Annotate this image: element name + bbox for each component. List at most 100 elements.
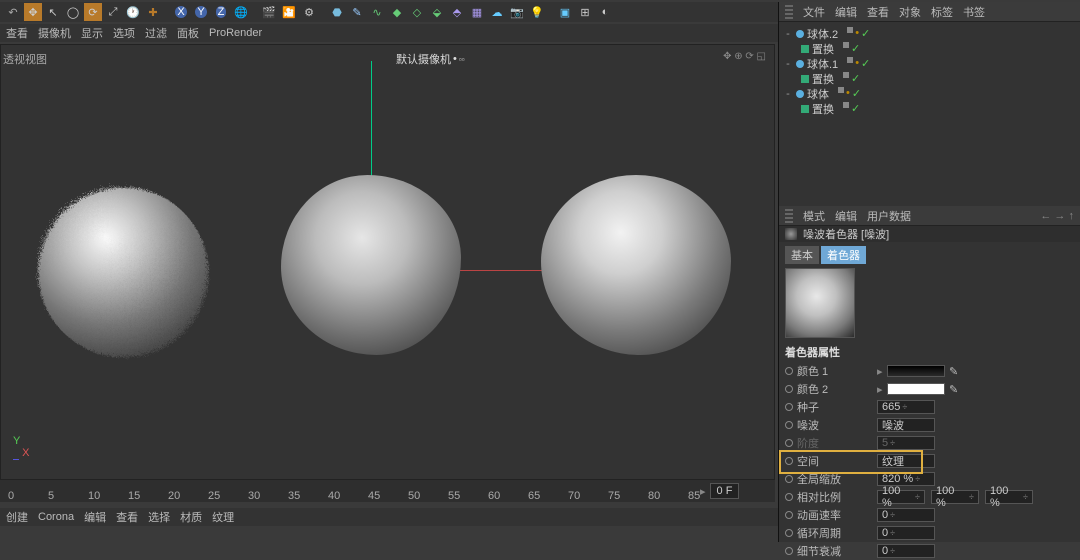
prop-color2: 颜色 2 ▸ ✎ [779,380,1080,398]
om-tags[interactable]: 标签 [931,4,953,20]
menu-display[interactable]: 显示 [81,25,103,41]
bot-corona[interactable]: Corona [38,511,74,523]
octaves-field[interactable]: 5 [877,436,935,450]
attr-nav-icons[interactable]: ← → ↑ [1040,210,1074,222]
axis-y-icon[interactable]: Y [192,3,210,21]
menu-prorender[interactable]: ProRender [209,27,262,39]
frame-field[interactable]: 0 F [710,483,740,499]
tree-item-sphere1[interactable]: - 球体.1 •✓ [783,56,1076,71]
world-icon[interactable]: 🌐 [232,3,250,21]
eyedropper-icon[interactable]: ✎ [949,383,961,395]
menu-view[interactable]: 查看 [6,25,28,41]
timeline[interactable]: 0 5 10 15 20 25 30 35 40 45 50 55 60 65 … [0,480,775,502]
anim-dot-icon[interactable] [785,529,793,537]
am-userdata[interactable]: 用户数据 [867,208,911,224]
cursor-icon[interactable]: ↖ [44,3,62,21]
tree-item-sphere[interactable]: - 球体 •✓ [783,86,1076,101]
tree-item-sphere2[interactable]: - 球体.2 •✓ [783,26,1076,41]
expand-icon[interactable]: - [783,88,793,100]
viewport[interactable]: 透视视图 默认摄像机•▫▫ ✥ ⊕ ⟳ ◱ Y X [0,44,775,480]
bot-create[interactable]: 创建 [6,509,28,525]
axis-x-icon[interactable]: X [172,3,190,21]
menu-panel[interactable]: 面板 [177,25,199,41]
deformer-icon[interactable]: ⬙ [428,3,446,21]
deformer2-icon[interactable]: ⬘ [448,3,466,21]
move-icon[interactable]: ✥ [24,3,42,21]
render-icon[interactable]: 🎬 [260,3,278,21]
expand-icon[interactable]: - [783,28,793,40]
bot-view[interactable]: 查看 [116,509,138,525]
field-icon[interactable]: ▦ [468,3,486,21]
livesel-icon[interactable]: ◯ [64,3,82,21]
anim-dot-icon[interactable] [785,511,793,519]
env-icon[interactable]: ☁ [488,3,506,21]
camera-icon[interactable]: 📷 [508,3,526,21]
object-tree[interactable]: - 球体.2 •✓ 置换 ✓ - 球体.1 •✓ 置换 ✓ - 球体 •✓ [779,22,1080,206]
bot-select[interactable]: 选择 [148,509,170,525]
anim-dot-icon[interactable] [785,547,793,555]
om-file[interactable]: 文件 [803,4,825,20]
add-icon[interactable]: ✚ [144,3,162,21]
am-edit[interactable]: 编辑 [835,208,857,224]
seed-field[interactable]: 665 [877,400,935,414]
tree-item-displace[interactable]: 置换 ✓ [783,41,1076,56]
menu-options[interactable]: 选项 [113,25,135,41]
anim-dot-icon[interactable] [785,457,793,465]
generator2-icon[interactable]: ◇ [408,3,426,21]
anim-dot-icon[interactable] [785,367,793,375]
anim-speed-field[interactable]: 0 [877,508,935,522]
anim-dot-icon[interactable] [785,403,793,411]
anim-dot-icon[interactable] [785,385,793,393]
extra3-icon[interactable]: ◐ [596,3,614,21]
expand-icon[interactable]: - [783,58,793,70]
undo-icon[interactable]: ↶ [4,3,22,21]
om-edit[interactable]: 编辑 [835,4,857,20]
anim-dot-icon[interactable] [785,493,793,501]
history-icon[interactable]: 🕐 [124,3,142,21]
relz-field[interactable]: 100 % [985,490,1033,504]
relx-field[interactable]: 100 % [877,490,925,504]
color-swatch-black[interactable] [887,365,945,377]
om-view[interactable]: 查看 [867,4,889,20]
rotate-icon[interactable]: ⟳ [84,3,102,21]
extra2-icon[interactable]: ⊞ [576,3,594,21]
extra1-icon[interactable]: ▣ [556,3,574,21]
generator-icon[interactable]: ◆ [388,3,406,21]
bot-material[interactable]: 材质 [180,509,202,525]
pen-icon[interactable]: ✎ [348,3,366,21]
render-region-icon[interactable]: 🎦 [280,3,298,21]
noise-dropdown[interactable]: 噪波 [877,418,935,432]
bot-texture[interactable]: 纹理 [212,509,234,525]
loop-field[interactable]: 0 [877,526,935,540]
nurbs-icon[interactable]: ∿ [368,3,386,21]
tree-item-displace[interactable]: 置换 ✓ [783,71,1076,86]
anim-dot-icon[interactable] [785,439,793,447]
axis-z-icon[interactable]: Z [212,3,230,21]
light-icon[interactable]: 💡 [528,3,546,21]
color-swatch-white[interactable] [887,383,945,395]
viewport-nav-icons[interactable]: ✥ ⊕ ⟳ ◱ [723,51,766,62]
tab-shader[interactable]: 着色器 [821,246,866,264]
menu-camera[interactable]: 摄像机 [38,25,71,41]
eyedropper-icon[interactable]: ✎ [949,365,961,377]
menu-filter[interactable]: 过滤 [145,25,167,41]
detail-field[interactable]: 0 [877,544,935,558]
rely-field[interactable]: 100 % [931,490,979,504]
tree-item-displace[interactable]: 置换 ✓ [783,101,1076,116]
om-bookmarks[interactable]: 书签 [963,4,985,20]
attr-title: 噪波着色器 [噪波] [779,226,1080,242]
am-mode[interactable]: 模式 [803,208,825,224]
anim-dot-icon[interactable] [785,421,793,429]
tab-basic[interactable]: 基本 [785,246,819,264]
scale-icon[interactable]: ⤢ [104,3,122,21]
global-scale-field[interactable]: 820 % [877,472,935,486]
space-dropdown[interactable]: 纹理 [877,454,935,468]
om-object[interactable]: 对象 [899,4,921,20]
bot-edit[interactable]: 编辑 [84,509,106,525]
anim-dot-icon[interactable] [785,475,793,483]
panel-grip-icon[interactable] [785,5,793,19]
render-settings-icon[interactable]: ⚙ [300,3,318,21]
shader-preview[interactable] [785,268,855,338]
cube-icon[interactable]: ⬣ [328,3,346,21]
panel-grip-icon[interactable] [785,209,793,223]
